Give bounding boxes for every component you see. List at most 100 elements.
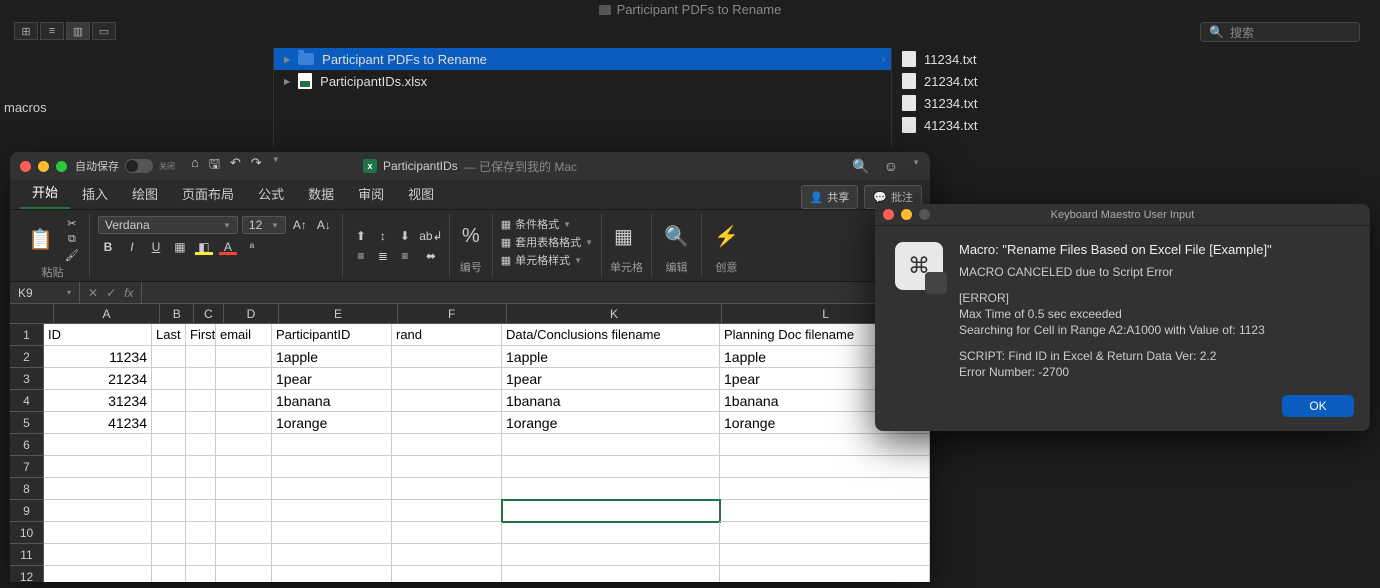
cell[interactable] [272,544,392,566]
col-header[interactable]: F [398,304,507,324]
row-header[interactable]: 6 [10,434,44,456]
cell[interactable] [44,456,152,478]
cell[interactable] [502,456,720,478]
row-header[interactable]: 4 [10,390,44,412]
underline-button[interactable]: U [146,238,166,256]
cell[interactable] [216,346,272,368]
cell[interactable] [186,346,216,368]
cell[interactable]: Data/Conclusions filename [502,324,720,346]
cell[interactable] [152,456,186,478]
cell[interactable]: email [216,324,272,346]
cell[interactable] [392,456,502,478]
finder-item-file[interactable]: 31234.txt [892,92,1380,114]
row-header[interactable]: 11 [10,544,44,566]
tab-view[interactable]: 视图 [396,178,446,209]
ideas-button[interactable]: ⚡ [710,222,743,251]
cell[interactable]: 1orange [502,412,720,434]
wrap-text-button[interactable]: ab↲ [421,227,441,245]
smiley-icon[interactable]: ☺ [884,158,898,175]
fx-icon[interactable]: fx [124,286,133,300]
cell[interactable]: 31234 [44,390,152,412]
cell[interactable] [502,544,720,566]
cell[interactable] [720,566,930,582]
cell[interactable] [272,522,392,544]
finder-item-file[interactable]: 21234.txt [892,70,1380,92]
cell[interactable] [720,434,930,456]
cell[interactable] [186,500,216,522]
cell[interactable] [186,522,216,544]
cell[interactable] [720,456,930,478]
view-icon-button[interactable]: ⊞ [14,22,38,40]
align-center-button[interactable]: ≣ [373,247,393,265]
cell[interactable]: 1pear [272,368,392,390]
cell[interactable] [152,368,186,390]
cell[interactable] [502,434,720,456]
cell[interactable] [272,456,392,478]
number-format-button[interactable]: % [458,223,484,250]
cell[interactable] [392,478,502,500]
cell[interactable]: 11234 [44,346,152,368]
save-icon[interactable]: 🖫 [209,155,220,177]
col-header[interactable]: A [54,304,161,324]
toggle-switch[interactable] [125,159,153,173]
cell[interactable] [720,478,930,500]
cell[interactable] [720,544,930,566]
align-left-button[interactable]: ≡ [351,247,371,265]
font-size-dropdown[interactable]: 12▼ [242,216,286,234]
cell[interactable] [392,346,502,368]
cell[interactable] [44,566,152,582]
cell[interactable]: 41234 [44,412,152,434]
cell[interactable] [152,500,186,522]
home-icon[interactable]: ⌂ [191,155,199,177]
cell[interactable] [502,500,720,522]
finder-item-folder[interactable]: ▶ Participant PDFs to Rename › [274,48,891,70]
row-header[interactable]: 7 [10,456,44,478]
table-format-button[interactable]: ▦套用表格格式▼ [501,234,593,250]
cell[interactable] [216,500,272,522]
cell[interactable] [216,412,272,434]
cell[interactable] [152,346,186,368]
border-button[interactable]: ▦ [170,238,190,256]
find-button[interactable]: 🔍 [660,222,693,251]
cell[interactable]: Last [152,324,186,346]
cell[interactable] [392,412,502,434]
autosave-toggle[interactable]: 自动保存 关闭 [75,158,175,174]
cell[interactable] [216,566,272,582]
cell[interactable] [44,434,152,456]
cell[interactable] [186,390,216,412]
conditional-format-button[interactable]: ▦条件格式▼ [501,216,593,232]
col-header[interactable]: D [224,304,279,324]
increase-font-button[interactable]: A↑ [290,216,310,234]
font-color-button[interactable]: A [218,238,238,256]
cell[interactable]: 1pear [502,368,720,390]
align-middle-button[interactable]: ↕ [373,227,393,245]
cell[interactable]: 1orange [272,412,392,434]
cell[interactable] [152,522,186,544]
cell-styles-button[interactable]: ▦单元格样式▼ [501,252,593,268]
italic-button[interactable]: I [122,238,142,256]
cell[interactable] [502,522,720,544]
row-header[interactable]: 12 [10,566,44,582]
cell[interactable]: rand [392,324,502,346]
merge-button[interactable]: ⬌ [421,247,441,265]
row-header[interactable]: 5 [10,412,44,434]
row-header[interactable]: 1 [10,324,44,346]
search-icon[interactable]: 🔍 [852,158,869,175]
cell[interactable] [216,434,272,456]
col-header[interactable]: B [160,304,194,324]
cell[interactable] [216,478,272,500]
phonetic-button[interactable]: ᵃ [242,238,262,256]
chevron-down-icon[interactable]: ▼ [272,155,280,177]
fill-color-button[interactable]: ◧ [194,238,214,256]
cancel-icon[interactable]: ✕ [88,286,98,300]
tab-review[interactable]: 审阅 [346,178,396,209]
cell[interactable] [502,566,720,582]
cut-button[interactable]: ✂ [63,216,81,230]
cell[interactable] [44,544,152,566]
cell[interactable] [392,368,502,390]
cell[interactable] [272,478,392,500]
view-column-button[interactable]: ▥ [66,22,90,40]
minimize-button[interactable] [38,161,49,172]
ok-button[interactable]: OK [1282,395,1354,417]
row-header[interactable]: 3 [10,368,44,390]
